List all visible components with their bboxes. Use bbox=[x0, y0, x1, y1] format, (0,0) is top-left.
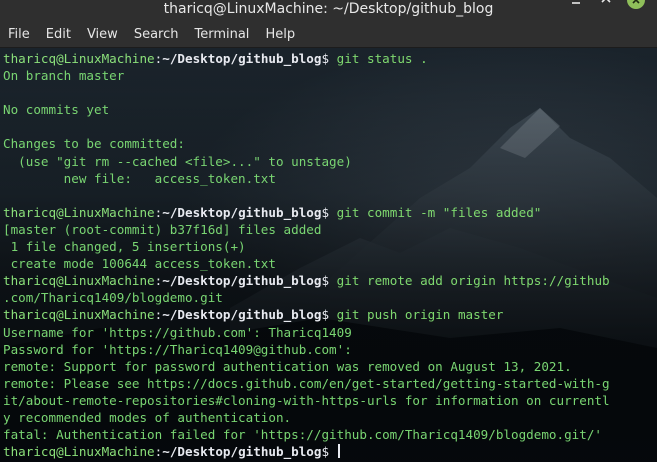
text-cursor bbox=[337, 444, 340, 459]
output-line: remote: Please see https://docs.github.c… bbox=[3, 375, 654, 392]
maximize-icon[interactable] bbox=[597, 0, 615, 9]
prompt-user: tharicq@LinuxMachine bbox=[3, 444, 155, 460]
output-text: (use "git rm --cached <file>..." to unst… bbox=[3, 153, 352, 169]
terminal-output: tharicq@LinuxMachine:~/Desktop/github_bl… bbox=[3, 50, 654, 460]
prompt-path: ~/Desktop/github_blog bbox=[162, 444, 322, 460]
menu-terminal[interactable]: Terminal bbox=[194, 27, 249, 42]
terminal-area[interactable]: tharicq@LinuxMachine:~/Desktop/github_bl… bbox=[0, 48, 657, 462]
output-line: Password for 'https://Tharicq1409@github… bbox=[3, 341, 654, 358]
prompt-path: ~/Desktop/github_blog bbox=[162, 51, 322, 66]
output-text: remote: Please see https://docs.github.c… bbox=[3, 375, 610, 391]
output-text: Password for 'https://Tharicq1409@github… bbox=[3, 341, 352, 357]
command-text: git commit -m "files added" bbox=[329, 204, 542, 220]
command-text bbox=[329, 444, 337, 459]
window-controls bbox=[567, 0, 645, 9]
menu-bar: File Edit View Search Terminal Help bbox=[0, 22, 657, 48]
prompt-symbol: $ bbox=[321, 444, 330, 460]
prompt-path: ~/Desktop/github_blog bbox=[162, 204, 322, 220]
output-line: Changes to be committed: bbox=[3, 135, 654, 152]
command-text: git status . bbox=[329, 51, 428, 66]
output-text: 1 file changed, 5 insertions(+) bbox=[3, 239, 246, 255]
prompt-symbol: $ bbox=[321, 51, 330, 66]
terminal-window: tharicq@LinuxMachine: ~/Desktop/github_b… bbox=[0, 0, 657, 462]
output-line: remote: Support for password authenticat… bbox=[3, 358, 654, 375]
menu-file[interactable]: File bbox=[8, 27, 30, 42]
output-line: Username for 'https://github.com': Thari… bbox=[3, 324, 654, 341]
close-icon[interactable] bbox=[627, 0, 645, 9]
output-text: [master (root-commit) b37f16d] files add… bbox=[3, 221, 322, 237]
output-text: fatal: Authentication failed for 'https:… bbox=[3, 427, 602, 443]
output-text: .com/Tharicq1409/blogdemo.git bbox=[3, 290, 223, 306]
prompt-line: tharicq@LinuxMachine:~/Desktop/github_bl… bbox=[3, 50, 654, 67]
command-text: git remote add origin https://github bbox=[329, 273, 610, 289]
output-line: On branch master bbox=[3, 67, 654, 84]
prompt-symbol: $ bbox=[321, 204, 330, 220]
output-text: new file: access_token.txt bbox=[3, 170, 276, 186]
prompt-path: ~/Desktop/github_blog bbox=[162, 273, 322, 289]
prompt-user: tharicq@LinuxMachine bbox=[3, 204, 155, 220]
output-line: y recommended modes of authentication. bbox=[3, 409, 654, 426]
command-text: git push origin master bbox=[329, 307, 504, 323]
minimize-icon[interactable] bbox=[567, 0, 585, 9]
output-line: .com/Tharicq1409/blogdemo.git bbox=[3, 289, 654, 306]
output-line: No commits yet bbox=[3, 101, 654, 118]
prompt-symbol: $ bbox=[321, 307, 330, 323]
prompt-user: tharicq@LinuxMachine bbox=[3, 51, 155, 66]
output-line: create mode 100644 access_token.txt bbox=[3, 255, 654, 272]
menu-search[interactable]: Search bbox=[134, 27, 179, 42]
output-text: On branch master bbox=[3, 68, 125, 84]
title-bar[interactable]: tharicq@LinuxMachine: ~/Desktop/github_b… bbox=[0, 0, 657, 22]
prompt-user: tharicq@LinuxMachine bbox=[3, 273, 155, 289]
output-line: new file: access_token.txt bbox=[3, 170, 654, 187]
output-text: No commits yet bbox=[3, 102, 110, 118]
menu-edit[interactable]: Edit bbox=[46, 27, 71, 42]
output-text: Changes to be committed: bbox=[3, 136, 185, 152]
prompt-line: tharicq@LinuxMachine:~/Desktop/github_bl… bbox=[3, 443, 654, 460]
menu-help[interactable]: Help bbox=[265, 27, 295, 42]
output-line: fatal: Authentication failed for 'https:… bbox=[3, 426, 654, 443]
output-line: [master (root-commit) b37f16d] files add… bbox=[3, 221, 654, 238]
output-line: 1 file changed, 5 insertions(+) bbox=[3, 238, 654, 255]
output-text: Username for 'https://github.com': Thari… bbox=[3, 324, 352, 340]
prompt-line: tharicq@LinuxMachine:~/Desktop/github_bl… bbox=[3, 306, 654, 323]
prompt-line: tharicq@LinuxMachine:~/Desktop/github_bl… bbox=[3, 204, 654, 221]
prompt-path: ~/Desktop/github_blog bbox=[162, 307, 322, 323]
prompt-user: tharicq@LinuxMachine bbox=[3, 307, 155, 323]
output-text: create mode 100644 access_token.txt bbox=[3, 256, 276, 272]
prompt-symbol: $ bbox=[321, 273, 330, 289]
output-line: (use "git rm --cached <file>..." to unst… bbox=[3, 153, 654, 170]
output-line: it/about-remote-repositories#cloning-wit… bbox=[3, 392, 654, 409]
output-text: y recommended modes of authentication. bbox=[3, 409, 292, 425]
output-text: it/about-remote-repositories#cloning-wit… bbox=[3, 392, 610, 408]
prompt-line: tharicq@LinuxMachine:~/Desktop/github_bl… bbox=[3, 272, 654, 289]
output-text: remote: Support for password authenticat… bbox=[3, 358, 572, 374]
menu-view[interactable]: View bbox=[87, 27, 118, 42]
window-title: tharicq@LinuxMachine: ~/Desktop/github_b… bbox=[163, 1, 494, 17]
